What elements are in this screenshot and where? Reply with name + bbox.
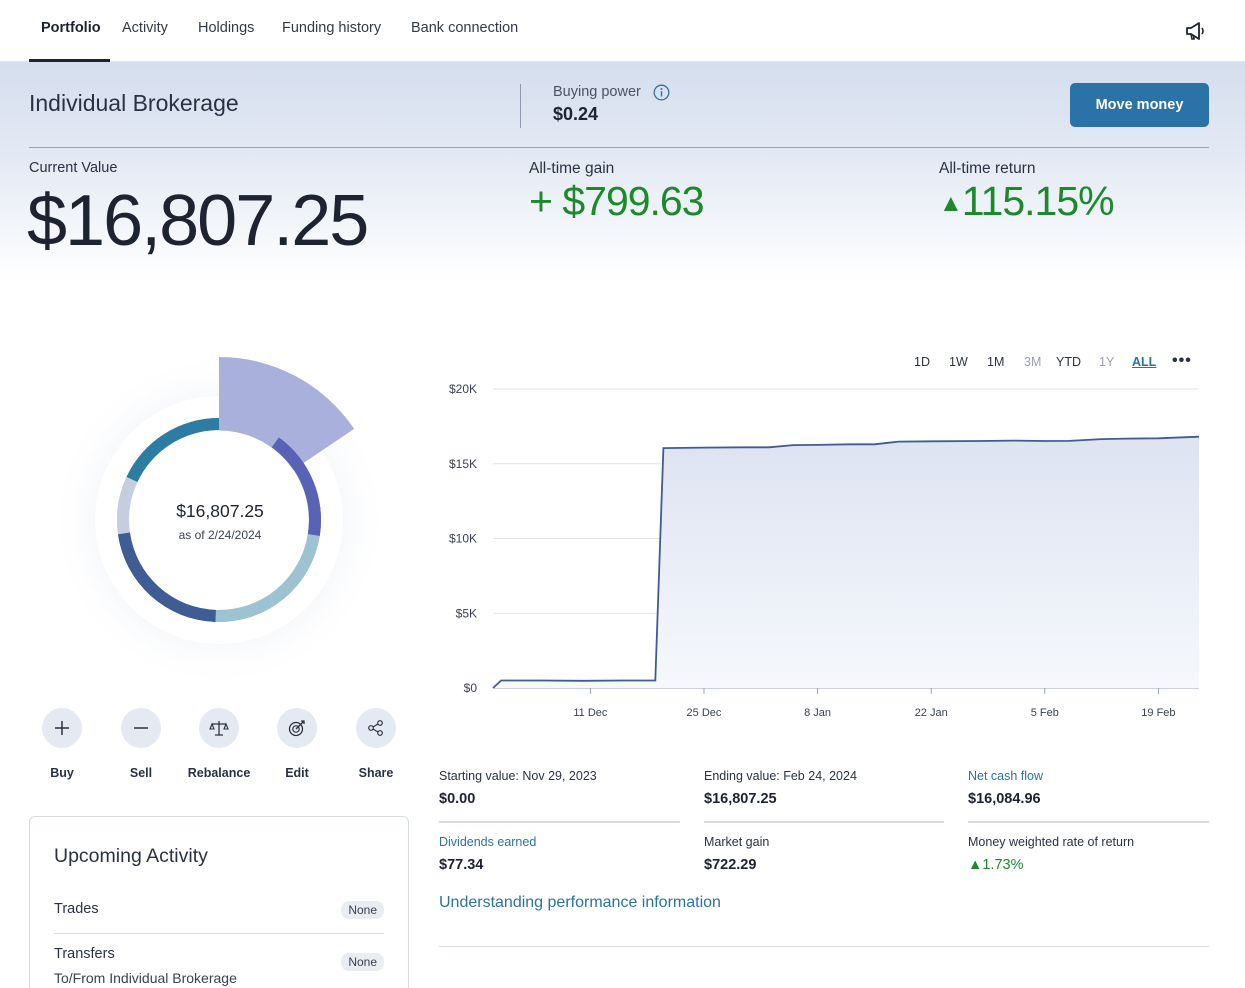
range-1m-button[interactable]: 1M <box>987 355 1004 369</box>
chart-area-fill <box>493 436 1199 688</box>
account-name: Individual Brokerage <box>29 90 239 116</box>
buy-button[interactable]: Buy <box>22 708 102 780</box>
header-divider <box>520 84 521 128</box>
dividends-earned-value: $77.34 <box>439 857 484 873</box>
upcoming-activity-title: Upcoming Activity <box>54 845 208 867</box>
tab-holdings[interactable]: Holdings <box>198 20 254 36</box>
all-time-return-number: 115.15% <box>961 178 1115 224</box>
stat-divider <box>439 821 680 823</box>
sell-label: Sell <box>129 766 153 780</box>
starting-value-label: Starting value: Nov 29, 2023 <box>439 769 597 783</box>
range-1d-button[interactable]: 1D <box>914 355 930 369</box>
transfers-status-badge: None <box>341 953 384 971</box>
account-summary-header: Individual Brokerage Buying power $0.24 … <box>0 62 1245 282</box>
target-edit-icon <box>288 720 305 737</box>
edit-label: Edit <box>285 766 309 780</box>
current-value: $16,807.25 <box>27 181 369 261</box>
y-axis-tick-label: $20K <box>449 382 477 396</box>
range-3m-button[interactable]: 3M <box>1024 355 1041 369</box>
current-value-label: Current Value <box>29 160 118 176</box>
megaphone-icon[interactable] <box>1183 20 1207 42</box>
buying-power-value: $0.24 <box>553 104 599 124</box>
all-time-return-label: All-time return <box>939 160 1036 177</box>
range-all-button[interactable]: ALL <box>1132 355 1156 369</box>
summary-divider <box>29 147 1209 148</box>
x-axis-tick-label: 19 Feb <box>1141 707 1175 719</box>
rebalance-button[interactable]: Rebalance <box>179 708 259 780</box>
more-options-icon[interactable]: ••• <box>1172 352 1192 370</box>
x-axis-tick-label: 22 Jan <box>915 707 948 719</box>
mwrr-label: Money weighted rate of return <box>968 835 1135 849</box>
donut-center-value: $16,807.25 <box>176 501 264 521</box>
buy-label: Buy <box>50 766 74 780</box>
all-time-gain-value: + $799.63 <box>529 178 705 224</box>
performance-chart[interactable]: $0 $5K $10K $15K $20K 11 Dec 25 Dec 8 Jan 22 Jan… <box>430 375 1210 725</box>
net-cash-flow-link[interactable]: Net cash flow <box>968 769 1043 783</box>
range-ytd-button[interactable]: YTD <box>1056 355 1081 369</box>
net-cash-flow-value: $16,084.96 <box>968 791 1041 807</box>
edit-button[interactable]: Edit <box>257 708 337 780</box>
dividends-earned-link[interactable]: Dividends earned <box>439 835 536 849</box>
info-icon[interactable] <box>653 84 670 101</box>
tab-funding-history[interactable]: Funding history <box>282 20 381 36</box>
trades-label: Trades <box>54 901 99 917</box>
x-axis-tick-label: 5 Feb <box>1031 707 1059 719</box>
market-gain-value: $722.29 <box>704 857 757 873</box>
move-money-button[interactable]: Move money <box>1070 83 1209 127</box>
stat-divider <box>704 821 944 823</box>
minus-icon <box>134 727 148 729</box>
rebalance-label: Rebalance <box>187 766 251 780</box>
y-axis-tick-label: $5K <box>456 606 477 620</box>
ending-value-label: Ending value: Feb 24, 2024 <box>704 769 857 783</box>
x-axis-tick-label: 11 Dec <box>573 707 608 719</box>
mwrr-value: ▲1.73% <box>968 857 1024 873</box>
tab-activity[interactable]: Activity <box>122 20 168 36</box>
up-arrow-icon: ▲ <box>939 190 963 217</box>
tab-portfolio[interactable]: Portfolio <box>41 20 101 36</box>
all-time-return-value: ▲115.15% <box>939 178 1115 225</box>
x-axis-tick-label: 8 Jan <box>804 707 831 719</box>
market-gain-label: Market gain <box>704 835 770 849</box>
upcoming-divider <box>54 933 384 934</box>
stat-divider <box>968 821 1209 823</box>
sell-button[interactable]: Sell <box>101 708 181 780</box>
all-time-gain-label: All-time gain <box>529 160 615 177</box>
tab-bank-connection[interactable]: Bank connection <box>411 20 518 36</box>
share-button[interactable]: Share <box>336 708 416 780</box>
range-1w-button[interactable]: 1W <box>949 355 968 369</box>
share-icon <box>368 720 383 736</box>
y-axis-tick-label: $0 <box>464 681 478 695</box>
trades-status-badge: None <box>341 901 384 919</box>
section-divider <box>439 946 1209 947</box>
x-axis-tick-label: 25 Dec <box>687 707 722 719</box>
starting-value: $0.00 <box>439 791 476 807</box>
top-nav: Portfolio Activity Holdings Funding hist… <box>0 0 1245 62</box>
allocation-donut[interactable]: $16,807.25 as of 2/24/2024 <box>40 340 400 700</box>
range-1y-button[interactable]: 1Y <box>1099 355 1114 369</box>
upcoming-activity-card: Upcoming Activity Trades None Transfers … <box>29 816 409 988</box>
share-label: Share <box>358 766 394 780</box>
y-axis-tick-label: $15K <box>449 457 477 471</box>
plus-icon <box>55 721 69 735</box>
understanding-performance-link[interactable]: Understanding performance information <box>439 894 721 912</box>
scale-icon <box>209 721 229 736</box>
donut-center-date: as of 2/24/2024 <box>178 528 262 542</box>
y-axis-tick-label: $10K <box>449 532 477 546</box>
ending-value: $16,807.25 <box>704 791 777 807</box>
buying-power-label: Buying power <box>553 84 641 100</box>
transfers-subtitle: To/From Individual Brokerage <box>54 970 237 986</box>
transfers-label: Transfers <box>54 946 115 962</box>
